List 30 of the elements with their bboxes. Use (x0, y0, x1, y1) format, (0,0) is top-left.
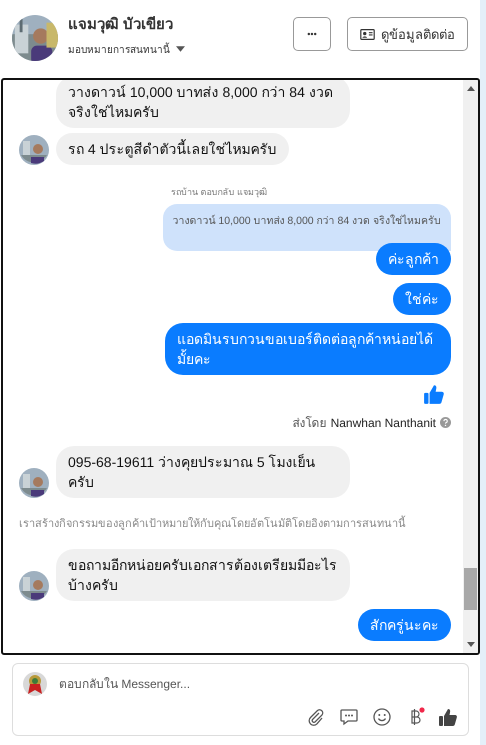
help-icon (440, 417, 451, 428)
message-bubble: ขอถามอีกหน่อยครับเอกสารต้องเตรียมมีอะไรบ้างครับ (56, 549, 350, 601)
assign-dropdown[interactable]: มอบหมายการสนทนานี้ (68, 42, 185, 56)
notice-text: เราสร้างกิจกรรมของลูกค้าเป้าหมายให้กับคุณโดยอัตโนมัติโดยอิงตามการสนทนานี้ (19, 514, 451, 532)
reply-label: รถบ้าน ตอบกลับ แจมวุฒิ (171, 186, 268, 199)
message-bubble: รถ 4 ประตูสีดำตัวนี้เลยใช่ไหมครับ (56, 133, 289, 165)
contact-info-button[interactable]: ดูข้อมูลติดต่อ (347, 17, 468, 51)
contact-card-icon (360, 28, 375, 40)
scroll-down-icon[interactable] (466, 642, 474, 647)
message-bubble: แอดมินรบกวนขอเบอร์ติดต่อลูกค้าหน่อยได้มั้ยคะ (165, 323, 451, 375)
sender-name: Nanwhan Nanthanit (330, 416, 436, 430)
message-bubble: ใช่ค่ะ (393, 283, 451, 315)
contact-name: แจมวุฒิ บัวเขียว (68, 14, 174, 36)
quoted-message: วางดาวน์ 10,000 บาทส่ง 8,000 กว่า 84 งวด จริงใช่ไหมครับ (162, 204, 451, 251)
scrollbar-thumb[interactable] (464, 568, 477, 610)
emoji-icon[interactable] (372, 707, 392, 727)
attachment-icon[interactable] (306, 707, 326, 727)
chat-bubble-icon[interactable] (339, 707, 359, 727)
message-bubble: สักครู่นะคะ (358, 609, 451, 641)
caret-icon (176, 46, 185, 52)
message-bubble: 095-68-19611 ว่างคุยประมาณ 5 โมงเย็นครับ (56, 446, 350, 498)
message-bubble: ค่ะลูกค้า (376, 243, 451, 275)
sent-by-label: ส่งโดย (292, 415, 327, 432)
reply-input[interactable]: ตอบกลับใน Messenger... (59, 677, 458, 691)
message-bubble: วางดาวน์ 10,000 บาทส่ง 8,000 กว่า 84 งวด จริงใช่ไหมครับ (56, 80, 350, 128)
more-button[interactable]: ••• (293, 17, 331, 51)
scrollbar[interactable] (463, 80, 478, 653)
thumbs-up-icon[interactable] (438, 707, 458, 727)
thumbs-up-icon (423, 383, 445, 405)
scroll-up-icon[interactable] (466, 86, 474, 91)
